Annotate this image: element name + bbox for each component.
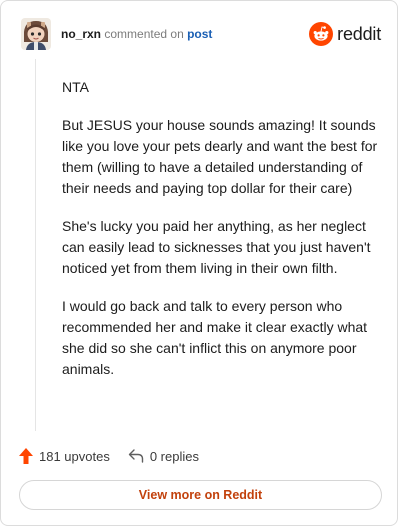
comment-paragraph: But JESUS your house sounds amazing! It …: [62, 117, 378, 196]
replies-label: 0 replies: [149, 448, 199, 464]
reddit-logo[interactable]: reddit: [309, 22, 381, 46]
reddit-alien-icon: [309, 22, 334, 46]
comment-embed-card: no_rxn commented on post reddit NTA But …: [0, 0, 398, 526]
comment-paragraph: I would go back and talk to every person…: [62, 298, 368, 377]
reply-count[interactable]: 0 replies: [128, 449, 199, 464]
username-link[interactable]: no_rxn: [61, 27, 101, 41]
post-link[interactable]: post: [187, 27, 212, 41]
reddit-wordmark: reddit: [337, 23, 381, 44]
view-more-button[interactable]: View more on Reddit: [19, 480, 382, 510]
comment-paragraph: NTA: [62, 79, 89, 95]
user-avatar-icon[interactable]: [21, 18, 51, 50]
upvote-count[interactable]: 181 upvotes: [19, 448, 110, 464]
reply-arrow-icon: [128, 449, 144, 463]
comment-body: NTA But JESUS your house sounds amazing!…: [62, 77, 380, 397]
upvotes-label: 181 upvotes: [39, 448, 110, 464]
thread-line: [35, 59, 36, 431]
comment-header: no_rxn commented on post reddit: [21, 17, 381, 51]
comment-meta: no_rxn commented on post: [61, 27, 212, 41]
comment-footer: 181 upvotes 0 replies: [19, 445, 199, 467]
comment-paragraph: She's lucky you paid her anything, as he…: [62, 218, 371, 276]
commented-on-text: commented on: [104, 27, 184, 41]
upvote-arrow-icon: [19, 448, 33, 464]
